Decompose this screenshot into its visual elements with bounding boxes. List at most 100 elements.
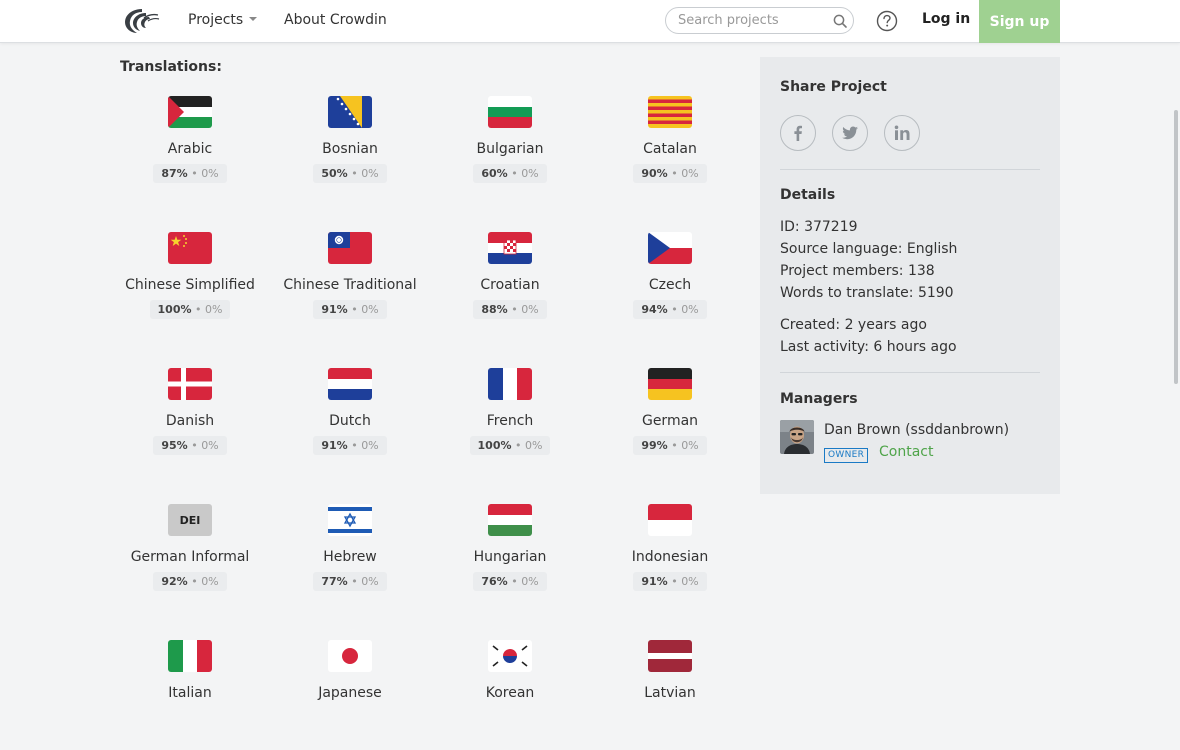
nav-projects-dropdown[interactable]: Projects bbox=[188, 12, 258, 28]
contact-link[interactable]: Contact bbox=[879, 444, 933, 460]
language-progress: 95% • 0% bbox=[110, 434, 270, 455]
language-item-chinese-traditional[interactable]: Chinese Traditional 91% • 0% bbox=[270, 232, 430, 342]
translated-percent: 91% bbox=[321, 439, 348, 452]
croatian-flag-icon bbox=[488, 232, 532, 264]
login-link[interactable]: Log in bbox=[922, 11, 970, 27]
divider bbox=[780, 169, 1040, 170]
indonesian-flag-icon bbox=[648, 504, 692, 536]
language-progress: 77% • 0% bbox=[270, 570, 430, 591]
language-item-korean[interactable]: Korean bbox=[430, 640, 590, 750]
share-facebook-button[interactable] bbox=[780, 115, 816, 151]
managers-heading: Managers bbox=[780, 391, 858, 407]
signup-button[interactable]: Sign up bbox=[979, 0, 1060, 43]
flag-text: DEI bbox=[179, 513, 201, 527]
language-progress: 50% • 0% bbox=[270, 162, 430, 183]
language-item-bulgarian[interactable]: Bulgarian 60% • 0% bbox=[430, 96, 590, 206]
help-icon[interactable] bbox=[876, 10, 898, 32]
twitter-icon bbox=[842, 126, 858, 140]
language-progress: 92% • 0% bbox=[110, 570, 270, 591]
page-scrollbar[interactable] bbox=[1174, 110, 1178, 384]
crowdin-logo-icon[interactable] bbox=[122, 6, 160, 36]
italian-flag-icon bbox=[168, 640, 212, 672]
language-progress: 99% • 0% bbox=[590, 434, 750, 455]
german-informal-flag-icon: DEI bbox=[168, 504, 212, 536]
language-name: French bbox=[486, 413, 534, 429]
language-name: Croatian bbox=[480, 277, 540, 293]
language-item-german-informal[interactable]: DEI German Informal 92% • 0% bbox=[110, 504, 270, 614]
manager-name[interactable]: Dan Brown (ssddanbrown) bbox=[824, 422, 1009, 438]
approved-percent: 0% bbox=[361, 439, 379, 452]
dutch-flag-icon bbox=[328, 368, 372, 400]
approved-percent: 0% bbox=[521, 167, 539, 180]
language-progress: 60% • 0% bbox=[430, 162, 590, 183]
translated-percent: 100% bbox=[477, 439, 512, 452]
language-item-german[interactable]: German 99% • 0% bbox=[590, 368, 750, 478]
hungarian-flag-icon bbox=[488, 504, 532, 536]
approved-percent: 0% bbox=[521, 575, 539, 588]
language-item-arabic[interactable]: Arabic 87% • 0% bbox=[110, 96, 270, 206]
language-name: German bbox=[641, 413, 699, 429]
language-progress: 87% • 0% bbox=[110, 162, 270, 183]
language-item-chinese-simplified[interactable]: Chinese Simplified 100% • 0% bbox=[110, 232, 270, 342]
details-heading: Details bbox=[780, 187, 836, 203]
korean-flag-icon bbox=[488, 640, 532, 672]
chinese-traditional-flag-icon bbox=[328, 232, 372, 264]
share-project-heading: Share Project bbox=[780, 79, 887, 95]
language-item-czech[interactable]: Czech 94% • 0% bbox=[590, 232, 750, 342]
translated-percent: 77% bbox=[321, 575, 348, 588]
chinese-simplified-flag-icon bbox=[168, 232, 212, 264]
share-linkedin-button[interactable] bbox=[884, 115, 920, 151]
language-item-italian[interactable]: Italian bbox=[110, 640, 270, 750]
language-item-dutch[interactable]: Dutch 91% • 0% bbox=[270, 368, 430, 478]
language-grid: Arabic 87% • 0% Bosnian 50% • 0% Bulgari… bbox=[110, 96, 750, 701]
translated-percent: 60% bbox=[481, 167, 508, 180]
language-name: German Informal bbox=[130, 549, 250, 565]
language-name: Hungarian bbox=[473, 549, 547, 565]
language-item-bosnian[interactable]: Bosnian 50% • 0% bbox=[270, 96, 430, 206]
translated-percent: 90% bbox=[641, 167, 668, 180]
project-id: ID: 377219 bbox=[780, 219, 858, 235]
translated-percent: 94% bbox=[641, 303, 668, 316]
nav-about-link[interactable]: About Crowdin bbox=[284, 12, 387, 28]
language-item-danish[interactable]: Danish 95% • 0% bbox=[110, 368, 270, 478]
search-icon[interactable] bbox=[832, 13, 848, 29]
language-item-japanese[interactable]: Japanese bbox=[270, 640, 430, 750]
language-item-french[interactable]: French 100% • 0% bbox=[430, 368, 590, 478]
approved-percent: 0% bbox=[681, 303, 699, 316]
approved-percent: 0% bbox=[525, 439, 543, 452]
approved-percent: 0% bbox=[201, 167, 219, 180]
latvian-flag-icon bbox=[648, 640, 692, 672]
language-item-croatian[interactable]: Croatian 88% • 0% bbox=[430, 232, 590, 342]
language-progress: 91% • 0% bbox=[270, 434, 430, 455]
approved-percent: 0% bbox=[361, 167, 379, 180]
language-item-catalan[interactable]: Catalan 90% • 0% bbox=[590, 96, 750, 206]
translated-percent: 50% bbox=[321, 167, 348, 180]
japanese-flag-icon bbox=[328, 640, 372, 672]
divider bbox=[780, 372, 1040, 373]
language-name: Czech bbox=[648, 277, 692, 293]
share-twitter-button[interactable] bbox=[832, 115, 868, 151]
translations-heading: Translations: bbox=[120, 59, 222, 75]
project-sidebar: Share Project Details ID: 377219 Source … bbox=[760, 57, 1060, 494]
project-members: Project members: 138 bbox=[780, 263, 935, 279]
language-progress: 91% • 0% bbox=[270, 298, 430, 319]
language-name: Arabic bbox=[167, 141, 213, 157]
translated-percent: 88% bbox=[481, 303, 508, 316]
language-progress: 100% • 0% bbox=[110, 298, 270, 319]
created-date: Created: 2 years ago bbox=[780, 317, 927, 333]
avatar[interactable] bbox=[780, 420, 814, 454]
language-name: Bosnian bbox=[322, 141, 378, 157]
facebook-icon bbox=[794, 125, 802, 141]
language-name: Dutch bbox=[329, 413, 371, 429]
language-name: Catalan bbox=[643, 141, 697, 157]
language-progress: 100% • 0% bbox=[430, 434, 590, 455]
source-language: Source language: English bbox=[780, 241, 958, 257]
language-name: Danish bbox=[165, 413, 215, 429]
owner-badge: OWNER bbox=[824, 448, 869, 463]
search-input[interactable] bbox=[678, 12, 818, 29]
language-item-latvian[interactable]: Latvian bbox=[590, 640, 750, 750]
language-item-indonesian[interactable]: Indonesian 91% • 0% bbox=[590, 504, 750, 614]
approved-percent: 0% bbox=[361, 303, 379, 316]
language-item-hungarian[interactable]: Hungarian 76% • 0% bbox=[430, 504, 590, 614]
language-item-hebrew[interactable]: Hebrew 77% • 0% bbox=[270, 504, 430, 614]
